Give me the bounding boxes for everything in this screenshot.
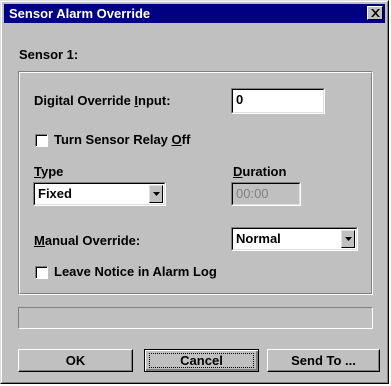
manual-override-select[interactable]: Normal bbox=[231, 227, 358, 251]
title-bar[interactable]: Sensor Alarm Override bbox=[4, 4, 385, 23]
duration-label: Duration bbox=[233, 164, 287, 179]
focus-rect bbox=[149, 353, 254, 368]
leave-notice-checkbox[interactable] bbox=[35, 266, 48, 279]
window-title: Sensor Alarm Override bbox=[9, 6, 151, 21]
digital-override-value: 0 bbox=[236, 92, 244, 107]
status-field bbox=[18, 307, 373, 329]
manual-override-dropdown-button[interactable] bbox=[341, 230, 355, 248]
digital-override-label: Digital Override Input: bbox=[34, 93, 171, 108]
dialog-window: Sensor Alarm Override Sensor 1: Digital … bbox=[0, 0, 389, 384]
chevron-down-icon bbox=[345, 237, 352, 241]
chevron-down-icon bbox=[153, 192, 160, 196]
send-to-button[interactable]: Send To ... bbox=[267, 349, 380, 372]
type-select[interactable]: Fixed bbox=[33, 182, 166, 206]
turn-relay-off-label: Turn Sensor Relay Off bbox=[54, 132, 191, 147]
leave-notice-label: Leave Notice in Alarm Log bbox=[54, 264, 217, 279]
cancel-button[interactable]: Cancel bbox=[144, 349, 259, 372]
close-icon bbox=[371, 9, 380, 17]
manual-override-selected-value: Normal bbox=[236, 231, 281, 246]
manual-override-label: Manual Override: bbox=[34, 233, 141, 248]
close-button[interactable] bbox=[367, 6, 383, 20]
digital-override-input[interactable]: 0 bbox=[231, 88, 325, 114]
duration-input[interactable]: 00:00 bbox=[231, 182, 301, 206]
type-dropdown-button[interactable] bbox=[149, 185, 163, 203]
turn-relay-off-checkbox[interactable] bbox=[35, 134, 48, 147]
type-selected-value: Fixed bbox=[38, 186, 72, 201]
type-label: Type bbox=[34, 164, 64, 179]
sensor-label: Sensor 1: bbox=[19, 47, 79, 62]
ok-button[interactable]: OK bbox=[18, 349, 133, 372]
duration-value: 00:00 bbox=[236, 186, 269, 201]
